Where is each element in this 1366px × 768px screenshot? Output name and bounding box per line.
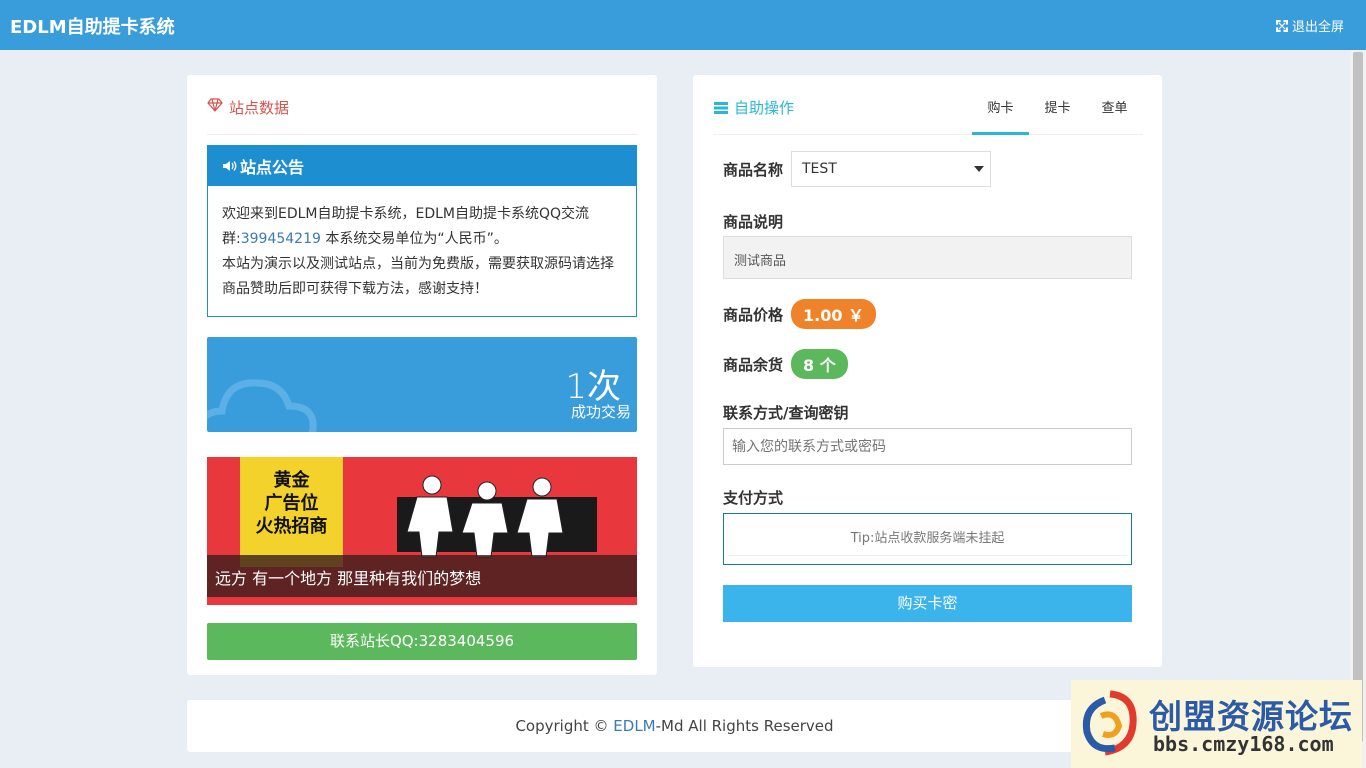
self-service-title: 自助操作 bbox=[734, 99, 795, 117]
ad-slot-sign: 黄金 广告位 火热招商 bbox=[240, 457, 343, 567]
cloud-icon bbox=[207, 379, 317, 432]
exit-fullscreen-button[interactable]: 退出全屏 bbox=[1275, 16, 1344, 35]
exit-fullscreen-label: 退出全屏 bbox=[1291, 20, 1344, 35]
ad-line1: 黄金 bbox=[273, 470, 310, 491]
stock-badge: 8 个 bbox=[791, 349, 848, 379]
copyright-suffix: -Md All Rights Reserved bbox=[655, 717, 834, 735]
price-label: 商品价格 bbox=[723, 306, 784, 324]
announcement-box: 站点公告 欢迎来到EDLM自助提卡系统，EDLM自助提卡系统QQ交流群:3994… bbox=[207, 145, 637, 317]
tab-query-order[interactable]: 查单 bbox=[1086, 95, 1143, 135]
product-name-label: 商品名称 bbox=[723, 161, 784, 179]
self-service-title-wrap: 自助操作 bbox=[713, 97, 794, 118]
payment-method-box: Tip:站点收款服务端未挂起 bbox=[723, 513, 1132, 565]
price-badge: 1.00 ￥ bbox=[791, 299, 877, 329]
forum-watermark-url: bbs.cmzy168.com bbox=[1153, 732, 1334, 756]
forum-logo-icon bbox=[1082, 690, 1137, 756]
forum-watermark: 创盟资源论坛 bbs.cmzy168.com bbox=[1071, 680, 1362, 768]
footer-brand-link[interactable]: EDLM bbox=[613, 717, 655, 735]
speaker-icon bbox=[223, 161, 237, 171]
ad-line3: 火热招商 bbox=[255, 516, 328, 537]
scrollbar-thumb[interactable] bbox=[1353, 52, 1363, 742]
payment-divider bbox=[728, 555, 1127, 556]
chevron-down-icon bbox=[974, 166, 984, 172]
service-tabs: 购卡 提卡 查单 bbox=[972, 95, 1143, 135]
contact-input[interactable] bbox=[723, 428, 1132, 465]
contact-label: 联系方式/查询密钥 bbox=[723, 404, 849, 422]
ad-banner[interactable]: 黄金 广告位 火热招商 远方 有一个地方 那里种有我们的梦想 bbox=[207, 457, 637, 605]
banner-caption: 远方 有一个地方 那里种有我们的梦想 bbox=[207, 555, 637, 597]
site-data-title: 站点数据 bbox=[229, 99, 290, 117]
tab-fetch-card[interactable]: 提卡 bbox=[1029, 95, 1086, 135]
site-data-header: 站点数据 bbox=[207, 95, 637, 135]
announcement-header: 站点公告 bbox=[208, 146, 636, 186]
product-desc-field: 测试商品 bbox=[723, 236, 1132, 279]
success-trade-label: 成功交易 bbox=[570, 403, 631, 421]
stock-label: 商品余货 bbox=[723, 356, 784, 374]
footer: Copyright © EDLM-Md All Rights Reserved bbox=[187, 700, 1162, 752]
announcement-body: 欢迎来到EDLM自助提卡系统，EDLM自助提卡系统QQ交流群:399454219… bbox=[208, 186, 636, 302]
expand-icon bbox=[1275, 19, 1288, 32]
top-navbar: EDLM自助提卡系统 退出全屏 bbox=[0, 0, 1366, 50]
announcement-line2: 本站为演示以及测试站点，当前为免费版，需要获取源码请选择商品赞助后即可获得下载方… bbox=[222, 256, 614, 297]
tab-buy-card[interactable]: 购卡 bbox=[972, 95, 1029, 135]
app-title[interactable]: EDLM自助提卡系统 bbox=[10, 13, 175, 39]
announcement-line1-end: 本系统交易单位为“人民币”。 bbox=[320, 231, 508, 247]
contact-owner-button[interactable]: 联系站长QQ:3283404596 bbox=[207, 623, 637, 660]
qq-group-link[interactable]: 399454219 bbox=[241, 231, 321, 247]
ad-line2: 广告位 bbox=[264, 493, 319, 514]
announcement-title: 站点公告 bbox=[240, 158, 305, 177]
self-service-panel: 自助操作 购卡 提卡 查单 商品名称 TEST 商品说明 测试商品 商品价格 1… bbox=[693, 75, 1162, 667]
diamond-icon bbox=[207, 98, 223, 112]
product-select[interactable]: TEST bbox=[791, 151, 991, 187]
payment-tip: Tip:站点收款服务端未挂起 bbox=[850, 531, 1005, 546]
banner-figures-image bbox=[397, 475, 597, 558]
buy-card-button[interactable]: 购买卡密 bbox=[723, 585, 1132, 622]
product-desc-label: 商品说明 bbox=[723, 213, 784, 231]
copyright-prefix: Copyright © bbox=[515, 717, 614, 735]
product-selected-value: TEST bbox=[802, 161, 837, 177]
payment-label: 支付方式 bbox=[723, 489, 784, 507]
self-service-header: 自助操作 购卡 提卡 查单 bbox=[713, 95, 1143, 135]
site-data-panel: 站点数据 站点公告 欢迎来到EDLM自助提卡系统，EDLM自助提卡系统QQ交流群… bbox=[187, 75, 657, 675]
success-trade-stat: 1次 成功交易 bbox=[207, 337, 637, 432]
server-icon bbox=[714, 101, 728, 114]
page-scrollbar[interactable] bbox=[1350, 50, 1366, 768]
forum-watermark-title: 创盟资源论坛 bbox=[1149, 697, 1353, 736]
